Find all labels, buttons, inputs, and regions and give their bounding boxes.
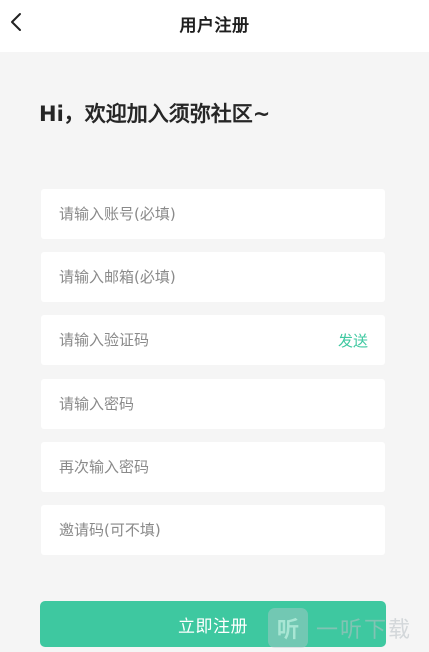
account-input[interactable] bbox=[41, 189, 385, 239]
verify-code-input[interactable] bbox=[41, 315, 385, 365]
invite-code-input[interactable] bbox=[41, 505, 385, 555]
top-bar: 用户注册 bbox=[0, 0, 429, 52]
account-field-box bbox=[41, 189, 385, 239]
password-field-box bbox=[41, 379, 385, 429]
email-field-box bbox=[41, 252, 385, 302]
send-code-button[interactable]: 发送 bbox=[338, 330, 368, 351]
invite-code-field-box bbox=[41, 505, 385, 555]
email-input[interactable] bbox=[41, 252, 385, 302]
verify-code-field-box: 发送 bbox=[41, 315, 385, 365]
register-button[interactable]: 立即注册 bbox=[40, 601, 386, 647]
confirm-password-input[interactable] bbox=[41, 442, 385, 492]
welcome-heading: Hi，欢迎加入须弥社区~ bbox=[39, 102, 271, 126]
page-title: 用户注册 bbox=[179, 16, 250, 36]
confirm-password-field-box bbox=[41, 442, 385, 492]
password-input[interactable] bbox=[41, 379, 385, 429]
